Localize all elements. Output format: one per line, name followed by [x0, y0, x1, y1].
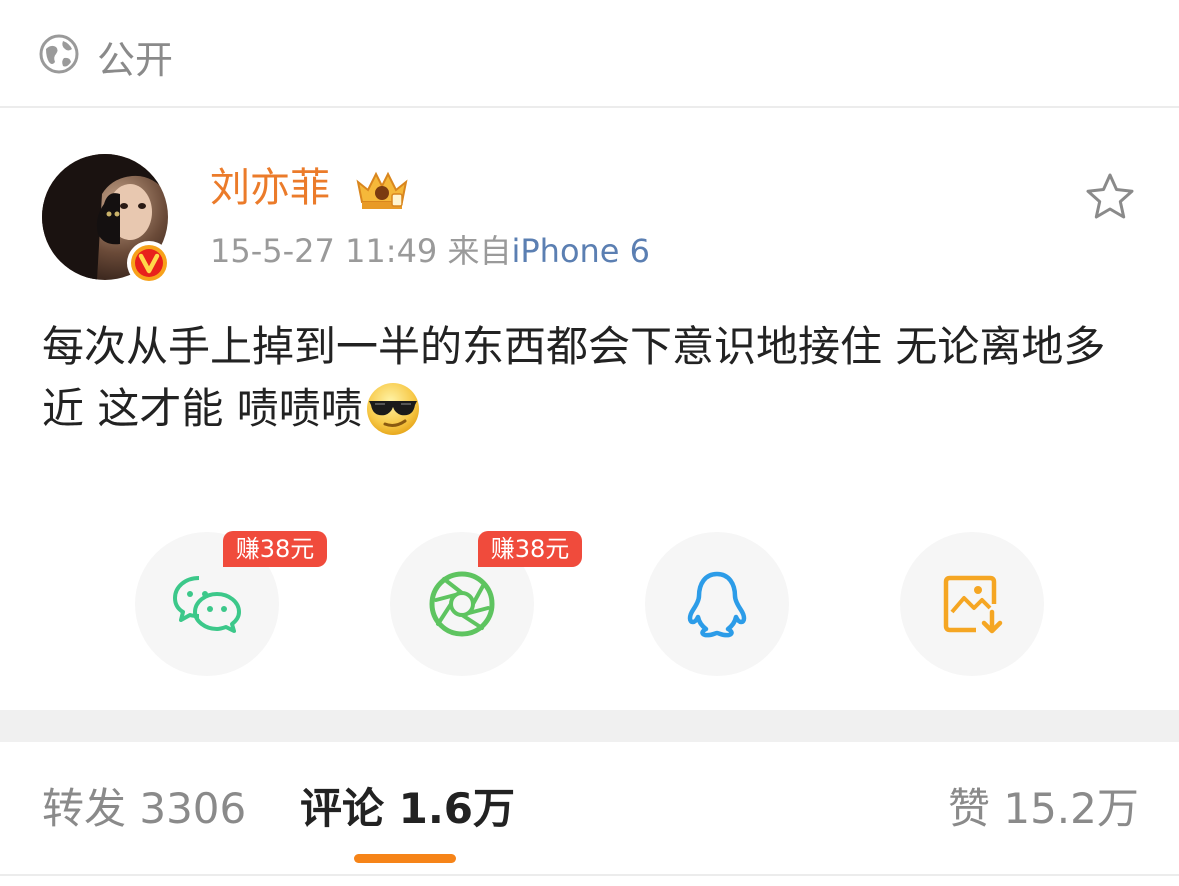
favorite-star-icon[interactable] — [1084, 172, 1136, 222]
reward-badge-moments: 赚38元 — [478, 531, 582, 567]
tab-repost[interactable]: 转发 3306 — [42, 782, 246, 836]
qq-penguin-icon — [687, 571, 747, 638]
active-tab-indicator — [354, 854, 456, 863]
author-name[interactable]: 刘亦菲 — [210, 162, 330, 214]
section-divider — [0, 710, 1179, 742]
source-link[interactable]: iPhone 6 — [511, 232, 650, 270]
source-prefix: 来自 — [447, 232, 512, 270]
post-timestamp: 15-5-27 11:49 — [210, 232, 438, 270]
cool-sunglasses-emoji — [366, 383, 419, 435]
save-image-icon — [943, 575, 1003, 634]
visibility-label: 公开 — [97, 38, 174, 82]
crown-icon — [356, 171, 408, 209]
share-qq-button[interactable] — [645, 532, 789, 676]
post-meta: 15-5-27 11:49 来自iPhone 6 — [210, 229, 650, 273]
visibility-bar[interactable]: 公开 — [0, 0, 1179, 108]
post-body: 每次从手上掉到一半的东西都会下意识地接住 无论离地多近 这才能 啧啧啧 — [42, 322, 1106, 433]
tabs-bottom-divider — [0, 874, 1179, 876]
reward-badge-wechat: 赚38元 — [223, 531, 327, 567]
save-image-button[interactable] — [900, 532, 1044, 676]
post-text: 每次从手上掉到一半的东西都会下意识地接住 无论离地多近 这才能 啧啧啧 — [42, 316, 1142, 440]
wechat-icon — [173, 576, 241, 633]
tab-comments[interactable]: 评论 1.6万 — [300, 782, 515, 836]
moments-aperture-icon — [429, 571, 495, 637]
globe-icon — [39, 34, 79, 74]
verified-v-icon — [127, 241, 171, 285]
tab-likes[interactable]: 赞 15.2万 — [948, 782, 1139, 836]
